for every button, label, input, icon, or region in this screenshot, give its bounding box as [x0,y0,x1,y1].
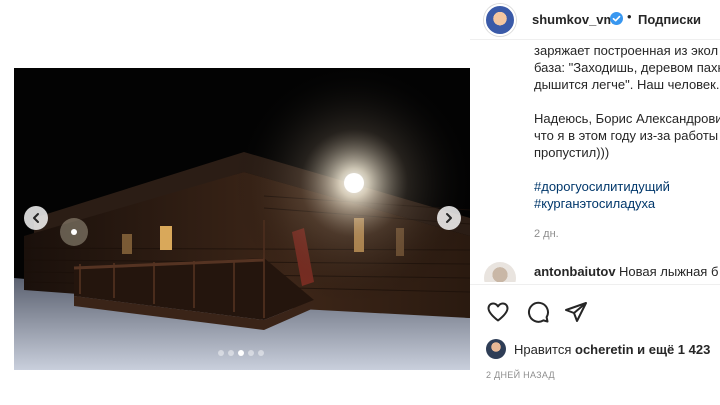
night-cabin-image [14,68,470,370]
carousel-dot-active [238,350,244,356]
caption-line: дышится легче". Наш человек. [534,77,720,92]
commenter-username[interactable]: antonbaiutov [534,264,616,279]
instagram-post-view: shumkov_vm • Подписки заряжает построенн… [0,0,720,405]
following-button[interactable]: Подписки [638,12,701,27]
post-side-panel: shumkov_vm • Подписки заряжает построенн… [470,0,720,405]
verified-badge-icon [610,12,623,25]
divider [470,284,720,285]
next-slide-button[interactable] [437,206,461,230]
post-caption: заряжает построенная из экол база: "Захо… [534,42,720,212]
carousel-dot [258,350,264,356]
likes-count-link[interactable]: и ещё 1 423 [637,342,710,357]
carousel-dot [248,350,254,356]
hashtag-link[interactable]: #дорогуосилитидущий [534,179,670,194]
caption-line: база: "Заходишь, деревом пахн [534,60,720,75]
heart-icon[interactable] [486,300,510,324]
author-avatar[interactable] [484,4,516,36]
media-pane [0,0,470,405]
post-date[interactable]: 2 ДНЕЙ НАЗАД [486,370,555,380]
likes-prefix: Нравится [514,342,572,357]
carousel-dot [228,350,234,356]
comment-icon[interactable] [526,300,550,324]
header-separator: • [627,9,632,24]
caption-timestamp[interactable]: 2 дн. [534,228,559,240]
caption-line: пропустил))) [534,145,610,160]
author-username[interactable]: shumkov_vm [532,12,615,27]
likes-text: Нравится ocheretin и ещё 1 423 [514,342,710,357]
liker-username[interactable]: ocheretin [575,342,634,357]
commenter-avatar[interactable] [484,262,516,282]
liker-avatar[interactable] [486,339,506,359]
caption-line: Надеюсь, Борис Александрови [534,111,720,126]
caption-line: что я в этом году из-за работы [534,128,719,143]
caption-line: заряжает построенная из экол [534,43,719,58]
carousel-indicator [218,350,264,356]
chevron-left-icon [33,213,39,223]
comment-text: Новая лыжная б [619,264,719,279]
hashtag-link[interactable]: #курганэтосиладуха [534,196,655,211]
post-header: shumkov_vm • Подписки [470,0,720,40]
carousel-dot [218,350,224,356]
comment-row: antonbaiutov Новая лыжная б [484,262,720,282]
previous-slide-button[interactable] [24,206,48,230]
paper-plane-icon[interactable] [564,300,588,324]
post-photo [14,68,470,370]
chevron-right-icon [446,213,452,223]
